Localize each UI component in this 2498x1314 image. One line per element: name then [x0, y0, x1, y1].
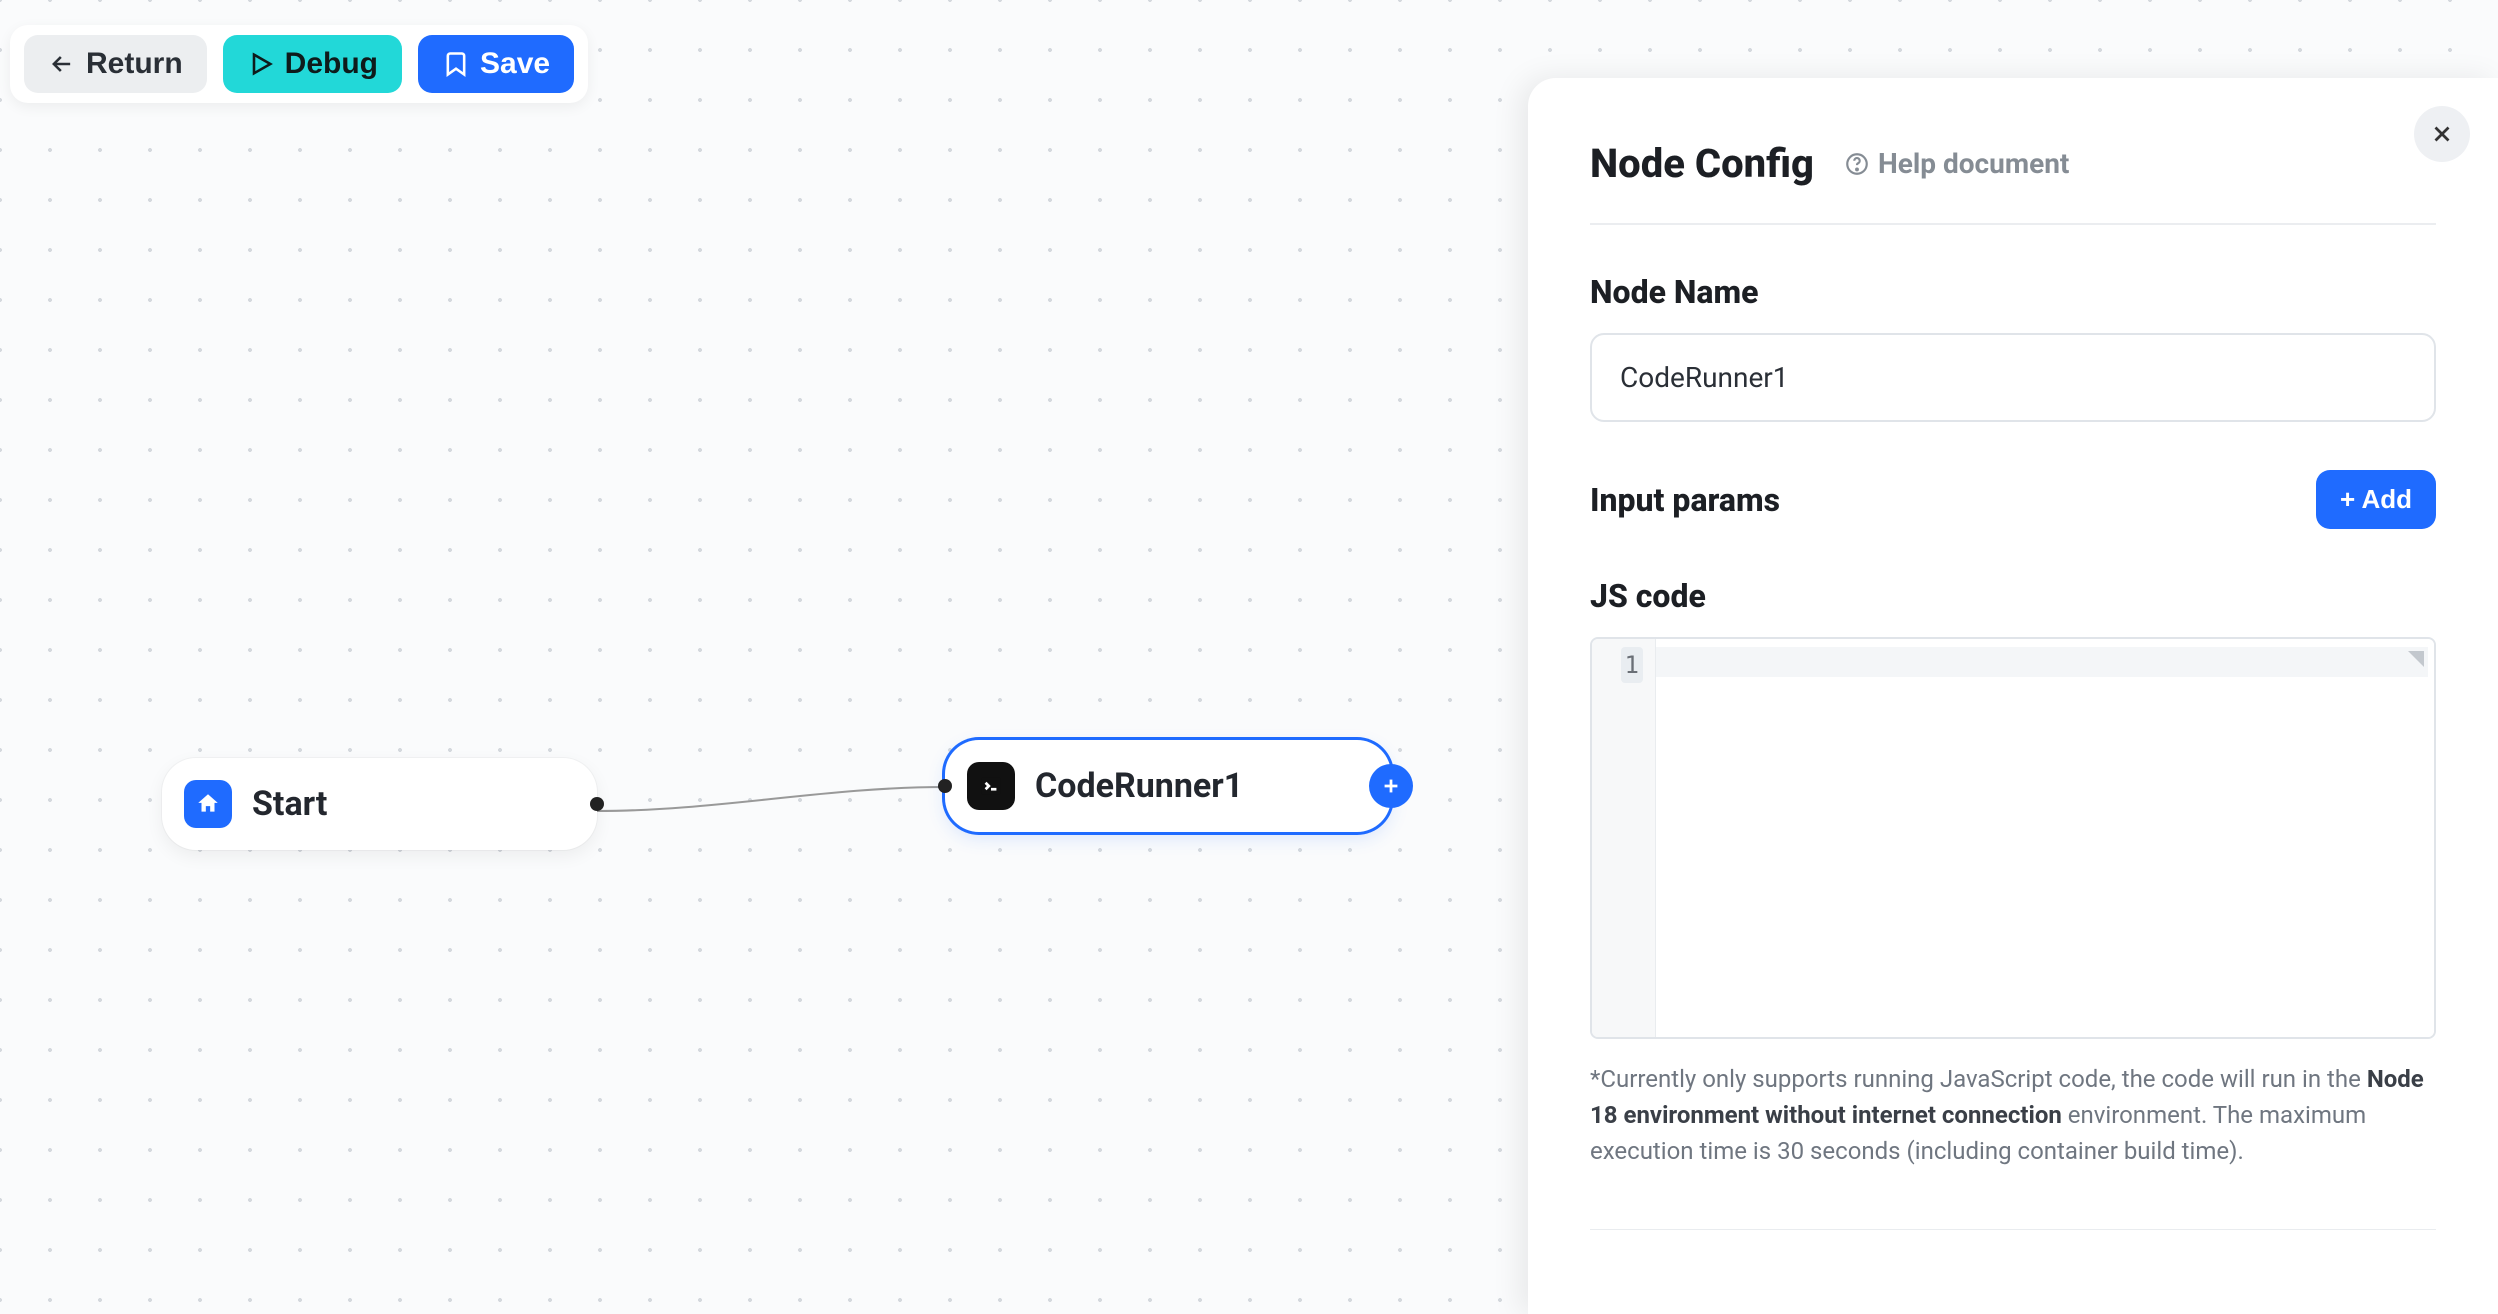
code-hint: *Currently only supports running JavaScr… [1590, 1061, 2436, 1169]
node-name-input[interactable] [1590, 333, 2436, 422]
close-button[interactable] [2414, 106, 2470, 162]
return-label: Return [86, 49, 183, 79]
add-output-button[interactable] [1369, 764, 1413, 808]
return-button[interactable]: Return [24, 35, 207, 93]
help-icon [1844, 151, 1870, 177]
save-label: Save [480, 49, 550, 79]
close-icon [2429, 121, 2455, 147]
panel-title: Node Config [1590, 140, 1814, 187]
node-start-label: Start [252, 784, 327, 824]
port-out[interactable] [590, 797, 604, 811]
corner-icon [2408, 651, 2424, 667]
help-document-link[interactable]: Help document [1844, 147, 2069, 180]
js-code-label: JS code [1590, 577, 1706, 615]
home-icon [184, 780, 232, 828]
panel-header: Node Config Help document [1590, 140, 2436, 225]
input-params-label: Input params [1590, 481, 1780, 519]
node-start[interactable]: Start [162, 758, 597, 850]
add-param-button[interactable]: + Add [2316, 470, 2436, 529]
js-code-section: JS code 1 *Currently only supports runni… [1590, 577, 2436, 1169]
arrow-left-icon [48, 50, 76, 78]
debug-button[interactable]: Debug [223, 35, 402, 93]
panel-divider [1590, 1229, 2436, 1230]
node-coderunner[interactable]: CodeRunner1 [945, 740, 1391, 832]
top-toolbar: Return Debug Save [10, 25, 588, 103]
terminal-icon [967, 762, 1015, 810]
port-in[interactable] [938, 779, 952, 793]
play-icon [247, 50, 275, 78]
node-coderunner-label: CodeRunner1 [1035, 766, 1243, 806]
input-params-section: Input params + Add [1590, 470, 2436, 529]
code-body[interactable] [1656, 639, 2434, 1037]
node-name-section: Node Name [1590, 273, 2436, 422]
bookmark-icon [442, 50, 470, 78]
help-label: Help document [1878, 147, 2069, 180]
config-panel: Node Config Help document Node Name Inpu… [1528, 78, 2498, 1314]
debug-label: Debug [285, 49, 378, 79]
code-editor[interactable]: 1 [1590, 637, 2436, 1039]
save-button[interactable]: Save [418, 35, 574, 93]
node-name-label: Node Name [1590, 273, 1758, 311]
code-gutter: 1 [1592, 639, 1656, 1037]
line-number-1: 1 [1621, 647, 1643, 683]
